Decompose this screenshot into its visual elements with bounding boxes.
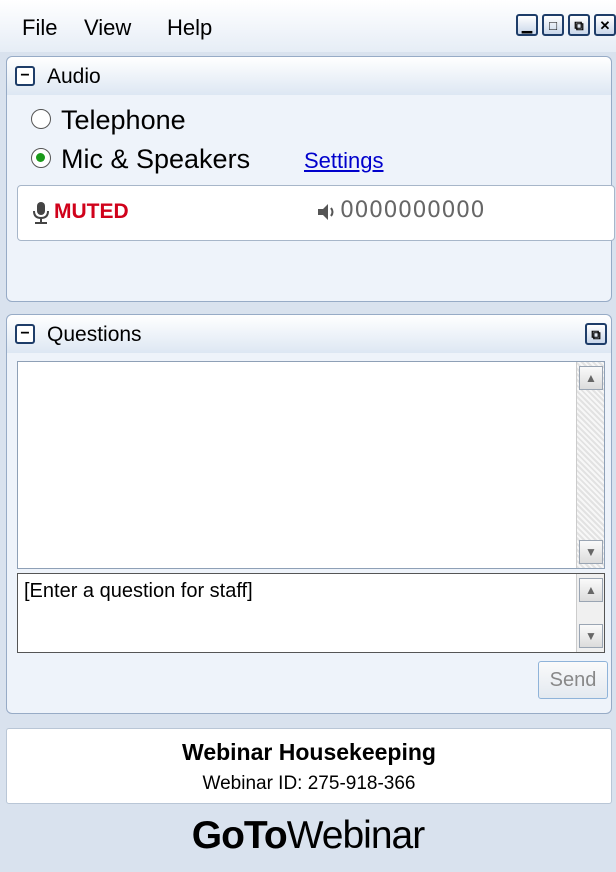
input-scroll-up-icon[interactable]: ▲ [579,578,603,602]
webinar-info: Webinar Housekeeping Webinar ID: 275-918… [6,728,612,804]
speaker-icon [318,204,334,220]
maximize-icon[interactable]: □ [542,14,564,36]
webinar-title: Webinar Housekeeping [182,739,436,765]
telephone-label[interactable]: Telephone [61,105,186,136]
settings-link[interactable]: Settings [304,148,384,174]
window-controls: ▁ □ ⧉ ✕ [516,14,616,36]
scroll-down-icon[interactable]: ▼ [579,540,603,564]
logo-webinar: Webinar [286,814,426,857]
minimize-icon[interactable]: ▁ [516,14,538,36]
menu-view[interactable]: View [84,15,131,41]
questions-panel: − Questions ⧉ ▲ ▼ [Enter a question for … [6,314,612,714]
volume-meter: 0000000000 [340,198,485,223]
audio-status-box: MUTED 0000000000 [17,185,615,241]
audio-panel-header: − Audio [7,57,611,95]
scroll-up-icon[interactable]: ▲ [579,366,603,390]
restore-icon[interactable]: ⧉ [568,14,590,36]
menu-bar: File View Help ▁ □ ⧉ ✕ [0,0,616,52]
telephone-radio[interactable] [31,109,51,129]
popout-icon[interactable]: ⧉ [585,323,607,345]
muted-status: MUTED [54,200,129,223]
close-icon[interactable]: ✕ [594,14,616,36]
input-scrollbar[interactable]: ▲ ▼ [576,574,604,652]
mic-speakers-label[interactable]: Mic & Speakers [61,144,250,175]
question-input[interactable]: [Enter a question for staff] ▲ ▼ [17,573,605,653]
audio-panel-title: Audio [47,65,101,88]
questions-list: ▲ ▼ [17,361,605,569]
send-button[interactable]: Send [538,661,608,699]
logo-goto: GoTo [191,814,288,857]
menu-help[interactable]: Help [167,15,212,41]
questions-scrollbar[interactable]: ▲ ▼ [576,362,604,568]
question-placeholder: [Enter a question for staff] [24,580,253,602]
menu-file[interactable]: File [22,15,57,41]
input-scroll-down-icon[interactable]: ▼ [579,624,603,648]
collapse-questions-icon[interactable]: − [15,324,35,344]
mic-speakers-radio[interactable] [31,148,51,168]
questions-panel-header: − Questions ⧉ [7,315,611,353]
webinar-id: Webinar ID: 275-918-366 [202,773,416,794]
audio-panel: − Audio Telephone Mic & Speakers Setting… [6,56,615,302]
gotowebinar-logo: GoToWebinar [0,814,616,858]
questions-panel-title: Questions [47,323,142,346]
collapse-audio-icon[interactable]: − [15,66,35,86]
microphone-icon[interactable] [30,201,52,225]
